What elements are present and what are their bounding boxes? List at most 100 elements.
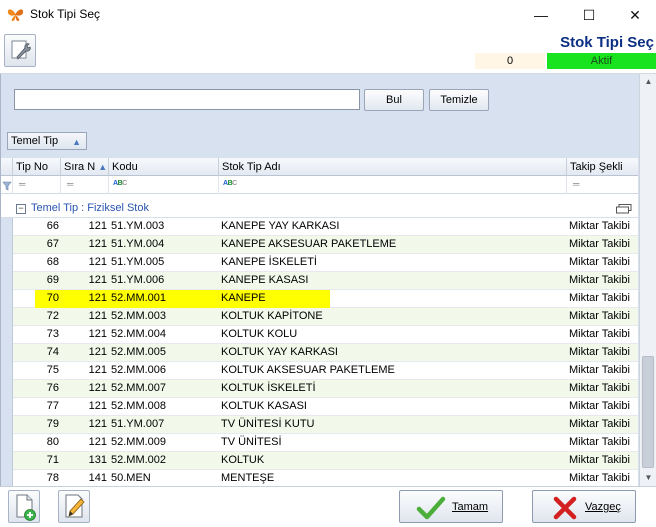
- table-row[interactable]: 68 121 51.YM.005 KANEPE İSKELETİ Miktar Taki…: [1, 254, 638, 272]
- cell-tip-no: 66: [46, 220, 59, 232]
- table-row[interactable]: 67 121 51.YM.004 KANEPE AKSESUAR PAKETLEME M…: [1, 236, 638, 254]
- cell-tip-no: 68: [46, 256, 59, 268]
- row-indicator[interactable]: [1, 290, 13, 308]
- col-takip-sekli[interactable]: Takip Şekli: [567, 158, 638, 176]
- table-row[interactable]: 76 121 52.MM.007 KOLTUK İSKELETİ Miktar Taki…: [1, 380, 638, 398]
- table-row[interactable]: 70 121 52.MM.001 KANEPE Miktar Takibi: [1, 290, 638, 308]
- cell-sira-no: 121: [88, 346, 107, 358]
- col-stok-tip-adi[interactable]: Stok Tip Adı: [219, 158, 567, 176]
- row-indicator[interactable]: [1, 254, 13, 272]
- new-button[interactable]: [8, 490, 40, 523]
- ok-button[interactable]: Tamam: [399, 490, 503, 523]
- table-row[interactable]: 74 121 52.MM.005 KOLTUK YAY KARKASI Miktar T…: [1, 344, 638, 362]
- filter-tip-no[interactable]: ═: [13, 176, 61, 194]
- cell-stok-tip-adi: KANEPE: [221, 292, 266, 304]
- cell-kodu: 52.MM.006: [111, 364, 167, 376]
- scroll-thumb[interactable]: [642, 356, 654, 468]
- cell-kodu: 52.MM.009: [111, 436, 167, 448]
- group-by-chip[interactable]: Temel Tip ▲: [7, 132, 87, 150]
- filter-sira-no[interactable]: ═: [61, 176, 109, 194]
- filter-takip-sekli[interactable]: ═: [567, 176, 638, 194]
- cell-kodu: 52.MM.008: [111, 400, 167, 412]
- cell-tip-no: 76: [46, 382, 59, 394]
- col-stok-tip-adi-label: Stok Tip Adı: [222, 161, 281, 173]
- col-tip-no[interactable]: Tip No: [13, 158, 61, 176]
- group-summary-icon[interactable]: [616, 204, 632, 214]
- cell-sira-no: 121: [88, 328, 107, 340]
- cell-kodu: 52.MM.005: [111, 346, 167, 358]
- cell-kodu: 51.YM.004: [111, 238, 165, 250]
- vertical-scrollbar[interactable]: ▲ ▼: [639, 74, 656, 486]
- scroll-up-icon[interactable]: ▲: [640, 74, 656, 90]
- table-row[interactable]: 72 121 52.MM.003 KOLTUK KAPİTONE Miktar Taki…: [1, 308, 638, 326]
- group-by-label: Temel Tip: [11, 135, 59, 147]
- edit-button[interactable]: [58, 490, 90, 523]
- row-indicator[interactable]: [1, 452, 13, 470]
- table-row[interactable]: 73 121 52.MM.004 KOLTUK KOLU Miktar Takibi: [1, 326, 638, 344]
- row-indicator[interactable]: [1, 308, 13, 326]
- find-button[interactable]: Bul: [364, 89, 424, 111]
- row-indicator[interactable]: [1, 398, 13, 416]
- cell-kodu: 52.MM.002: [111, 454, 167, 466]
- sort-asc-icon: ▲: [72, 137, 81, 147]
- table-row[interactable]: 78 141 50.MEN MENTEŞE Miktar Takibi: [1, 470, 638, 486]
- filter-stok-tip-adi[interactable]: ABC: [219, 176, 567, 194]
- table-row[interactable]: 80 121 52.MM.009 TV ÜNİTESİ Miktar Takibi: [1, 434, 638, 452]
- cell-tip-no: 77: [46, 400, 59, 412]
- search-input[interactable]: [14, 89, 360, 110]
- cell-takip-sekli: Miktar Takibi: [569, 220, 630, 232]
- cell-sira-no: 121: [88, 310, 107, 322]
- row-indicator[interactable]: [1, 380, 13, 398]
- row-indicator[interactable]: [1, 416, 13, 434]
- row-indicator[interactable]: [1, 470, 13, 486]
- header-title: Stok Tipi Seç: [560, 34, 654, 51]
- cell-tip-no: 78: [46, 472, 59, 484]
- row-indicator[interactable]: [1, 272, 13, 290]
- filter-kodu[interactable]: ABC: [109, 176, 219, 194]
- cell-tip-no: 75: [46, 364, 59, 376]
- window-title: Stok Tipi Seç: [30, 7, 101, 21]
- maximize-button[interactable]: ☐: [566, 0, 612, 30]
- cell-tip-no: 72: [46, 310, 59, 322]
- clear-button[interactable]: Temizle: [429, 89, 489, 111]
- row-indicator[interactable]: [1, 218, 13, 236]
- col-sira-no[interactable]: Sıra N ▲: [61, 158, 109, 176]
- row-indicator[interactable]: [1, 434, 13, 452]
- cell-takip-sekli: Miktar Takibi: [569, 238, 630, 250]
- grid-header: Tip No Sıra N ▲ Kodu Stok Tip Adı Takip …: [1, 158, 638, 176]
- minimize-button[interactable]: —: [518, 0, 564, 30]
- cell-sira-no: 121: [88, 220, 107, 232]
- cell-tip-no: 74: [46, 346, 59, 358]
- table-row[interactable]: 66 121 51.YM.003 KANEPE YAY KARKASI Miktar T…: [1, 218, 638, 236]
- wrench-icon: [11, 40, 31, 60]
- table-row[interactable]: 79 121 51.YM.007 TV ÜNİTESİ KUTU Miktar Taki…: [1, 416, 638, 434]
- scroll-down-icon[interactable]: ▼: [640, 470, 656, 486]
- row-indicator[interactable]: [1, 326, 13, 344]
- group-row[interactable]: − Temel Tip : Fiziksel Stok: [1, 200, 638, 218]
- row-indicator[interactable]: [1, 236, 13, 254]
- cancel-button[interactable]: Vazgeç: [532, 490, 636, 523]
- cell-tip-no: 67: [46, 238, 59, 250]
- cell-stok-tip-adi: KANEPE YAY KARKASI: [221, 220, 340, 232]
- collapse-icon[interactable]: −: [16, 204, 26, 214]
- row-indicator[interactable]: [1, 362, 13, 380]
- tools-button[interactable]: [4, 34, 36, 67]
- cell-kodu: 51.YM.006: [111, 274, 165, 286]
- checkmark-icon: [416, 496, 446, 520]
- col-kodu-label: Kodu: [112, 161, 138, 173]
- close-button[interactable]: ✕: [612, 0, 656, 30]
- cell-tip-no: 79: [46, 418, 59, 430]
- cell-takip-sekli: Miktar Takibi: [569, 256, 630, 268]
- col-kodu[interactable]: Kodu: [109, 158, 219, 176]
- table-row[interactable]: 75 121 52.MM.006 KOLTUK AKSESUAR PAKETLEME M…: [1, 362, 638, 380]
- filter-icon[interactable]: [1, 176, 13, 194]
- cell-kodu: 52.MM.003: [111, 310, 167, 322]
- table-row[interactable]: 69 121 51.YM.006 KANEPE KASASI Miktar Takibi: [1, 272, 638, 290]
- table-row[interactable]: 77 121 52.MM.008 KOLTUK KASASI Miktar Takibi: [1, 398, 638, 416]
- cell-takip-sekli: Miktar Takibi: [569, 418, 630, 430]
- cell-takip-sekli: Miktar Takibi: [569, 328, 630, 340]
- cell-kodu: 52.MM.001: [111, 292, 167, 304]
- table-row[interactable]: 71 131 52.MM.002 KOLTUK Miktar Takibi: [1, 452, 638, 470]
- row-indicator[interactable]: [1, 344, 13, 362]
- cell-takip-sekli: Miktar Takibi: [569, 472, 630, 484]
